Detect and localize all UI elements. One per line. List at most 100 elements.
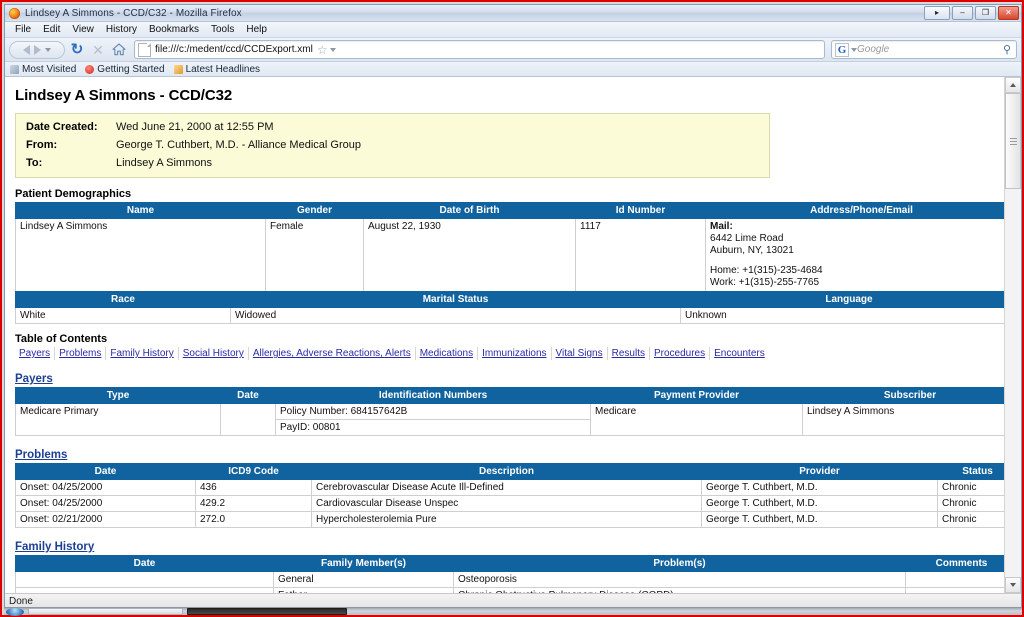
header-value: Wed June 21, 2000 at 12:55 PM bbox=[116, 121, 274, 133]
cell-problem-provider: George T. Cuthbert, M.D. bbox=[701, 511, 938, 528]
bookmark-getting-started[interactable]: Getting Started bbox=[85, 64, 165, 75]
column-header-dob: Date of Birth bbox=[363, 202, 576, 219]
section-heading-family-history[interactable]: Family History bbox=[15, 541, 94, 553]
table-header-row: Name Gender Date of Birth Id Number Addr… bbox=[15, 202, 1004, 219]
toc-link-allergies[interactable]: Allergies, Adverse Reactions, Alerts bbox=[249, 347, 416, 360]
column-header-language: Language bbox=[680, 291, 1004, 308]
demographics-table: Name Gender Date of Birth Id Number Addr… bbox=[15, 202, 1004, 292]
toc-link-encounters[interactable]: Encounters bbox=[710, 347, 769, 360]
table-row: Lindsey A Simmons Female August 22, 1930… bbox=[15, 218, 1004, 292]
bookmark-label: Latest Headlines bbox=[185, 63, 261, 75]
toc-link-procedures[interactable]: Procedures bbox=[650, 347, 711, 360]
header-row-to: To: Lindsey A Simmons bbox=[26, 157, 759, 169]
section-patient-demographics: Patient Demographics Name Gender Date of… bbox=[13, 188, 1004, 324]
menu-item-edit[interactable]: Edit bbox=[37, 23, 66, 37]
scroll-down-button[interactable] bbox=[1005, 577, 1021, 593]
google-search-engine-icon[interactable]: G bbox=[835, 42, 849, 57]
stop-icon[interactable]: ✕ bbox=[89, 41, 107, 59]
search-icon[interactable]: ⚲ bbox=[1003, 43, 1016, 56]
chevron-down-icon[interactable] bbox=[45, 47, 51, 52]
cell-problem-date: Onset: 02/21/2000 bbox=[15, 511, 196, 528]
cell-problem-icd9: 272.0 bbox=[195, 511, 312, 528]
scrollbar-thumb[interactable] bbox=[1005, 93, 1021, 189]
maximize-button[interactable]: ❐ bbox=[975, 6, 996, 20]
column-header-problems: Problem(s) bbox=[453, 555, 906, 572]
section-heading-payers[interactable]: Payers bbox=[15, 373, 53, 385]
reload-icon[interactable]: ↻ bbox=[68, 41, 86, 59]
start-orb-icon[interactable] bbox=[6, 607, 24, 616]
url-text[interactable]: file:///c:/medent/ccd/CCDExport.xml bbox=[155, 44, 313, 55]
close-button[interactable]: ✕ bbox=[998, 6, 1019, 20]
toc-link-problems[interactable]: Problems bbox=[55, 347, 107, 360]
status-bar: Done bbox=[5, 593, 1021, 608]
star-icon[interactable]: ☆ bbox=[317, 44, 328, 56]
column-header-payment-provider: Payment Provider bbox=[590, 387, 803, 404]
menu-item-file[interactable]: File bbox=[9, 23, 37, 37]
back-forward-control[interactable] bbox=[9, 40, 65, 59]
column-header-subscriber: Subscriber bbox=[802, 387, 1004, 404]
section-payers: Payers Type Date Identification Numbers … bbox=[13, 369, 1004, 436]
chevron-down-icon[interactable] bbox=[329, 47, 336, 52]
menu-bar: File Edit View History Bookmarks Tools H… bbox=[5, 22, 1021, 38]
section-family-history: Family History Date Family Member(s) Pro… bbox=[13, 537, 1004, 593]
column-header-status: Status bbox=[937, 463, 1004, 480]
toc-link-immunizations[interactable]: Immunizations bbox=[478, 347, 552, 360]
toc-link-vital-signs[interactable]: Vital Signs bbox=[552, 347, 608, 360]
cell-name: Lindsey A Simmons bbox=[15, 218, 266, 292]
menu-item-bookmarks[interactable]: Bookmarks bbox=[143, 23, 205, 37]
column-header-description: Description bbox=[311, 463, 702, 480]
status-text: Done bbox=[9, 595, 33, 607]
cell-problem-date: Onset: 04/25/2000 bbox=[15, 495, 196, 512]
url-bar[interactable]: file:///c:/medent/ccd/CCDExport.xml ☆ bbox=[134, 40, 825, 59]
table-header-row: Type Date Identification Numbers Payment… bbox=[15, 387, 1004, 404]
firefox-window: Lindsey A Simmons - CCD/C32 - Mozilla Fi… bbox=[4, 4, 1022, 609]
scroll-up-button[interactable] bbox=[1005, 77, 1021, 93]
search-input[interactable]: Google bbox=[857, 44, 1003, 55]
cell-problem-provider: George T. Cuthbert, M.D. bbox=[701, 495, 938, 512]
forward-arrow-icon[interactable] bbox=[34, 44, 41, 55]
back-arrow-icon[interactable] bbox=[23, 44, 30, 55]
menu-item-help[interactable]: Help bbox=[240, 23, 273, 37]
address-line-1: 6442 Lime Road bbox=[710, 233, 784, 244]
table-row: Medicare Primary Policy Number: 68415764… bbox=[15, 403, 1004, 436]
header-row-from: From: George T. Cuthbert, M.D. - Allianc… bbox=[26, 139, 759, 151]
cell-fh-date bbox=[15, 571, 274, 588]
windows-taskbar bbox=[4, 607, 1022, 616]
window-controls: ▸ – ❐ ✕ bbox=[924, 6, 1019, 20]
scrollbar-track[interactable] bbox=[1005, 93, 1021, 577]
section-heading-problems[interactable]: Problems bbox=[15, 449, 67, 461]
window-titlebar: Lindsey A Simmons - CCD/C32 - Mozilla Fi… bbox=[5, 5, 1021, 22]
bookmark-latest-headlines[interactable]: Latest Headlines bbox=[173, 63, 261, 75]
section-title: Table of Contents bbox=[15, 333, 108, 345]
toc-link-medications[interactable]: Medications bbox=[416, 347, 479, 360]
taskbar-item-2[interactable] bbox=[187, 608, 347, 615]
column-header-provider: Provider bbox=[701, 463, 938, 480]
search-bar[interactable]: G Google ⚲ bbox=[831, 40, 1017, 59]
toc-link-family-history[interactable]: Family History bbox=[106, 347, 179, 360]
minimize-button[interactable]: – bbox=[952, 6, 973, 20]
table-row: White Widowed Unknown bbox=[15, 307, 1004, 324]
vertical-scrollbar[interactable] bbox=[1004, 77, 1021, 593]
toc-link-results[interactable]: Results bbox=[608, 347, 650, 360]
column-header-date: Date bbox=[15, 555, 274, 572]
bookmark-star-control[interactable]: ☆ bbox=[313, 44, 340, 56]
menu-item-history[interactable]: History bbox=[100, 23, 143, 37]
menu-item-view[interactable]: View bbox=[66, 23, 100, 37]
toc-link-social-history[interactable]: Social History bbox=[179, 347, 249, 360]
section-title: Patient Demographics bbox=[15, 188, 132, 200]
toc-link-payers[interactable]: Payers bbox=[15, 347, 56, 360]
taskbar-item-1[interactable] bbox=[28, 608, 183, 615]
column-header-name: Name bbox=[15, 202, 266, 219]
cell-fh-problem: Osteoporosis bbox=[453, 571, 906, 588]
bookmark-most-visited[interactable]: Most Visited bbox=[10, 64, 76, 75]
menu-item-tools[interactable]: Tools bbox=[205, 23, 240, 37]
latest-headlines-icon bbox=[173, 64, 183, 74]
window-extra-button[interactable]: ▸ bbox=[924, 6, 950, 20]
column-header-identification-numbers: Identification Numbers bbox=[275, 387, 591, 404]
cell-race: White bbox=[15, 307, 231, 324]
home-icon[interactable] bbox=[110, 41, 128, 59]
cell-gender: Female bbox=[265, 218, 364, 292]
table-header-row: Race Marital Status Language bbox=[15, 291, 1004, 308]
demographics-table-secondary: Race Marital Status Language White Widow… bbox=[15, 291, 1004, 324]
header-label: Date Created: bbox=[26, 121, 98, 133]
